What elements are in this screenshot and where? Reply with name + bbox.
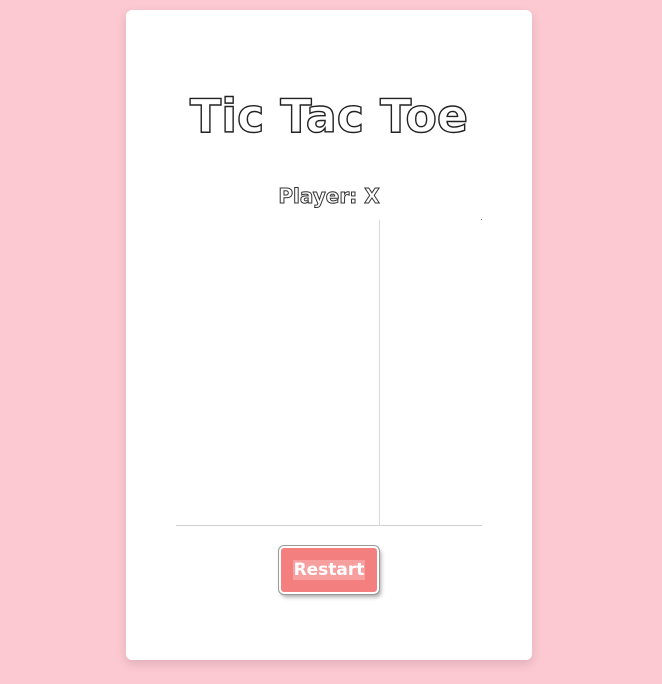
player-status: Player: X xyxy=(278,184,380,209)
restart-button-label: Restart xyxy=(292,560,366,580)
board-cell-1[interactable] xyxy=(278,220,380,322)
board-cell-6[interactable] xyxy=(176,424,278,526)
game-board xyxy=(176,220,482,526)
board-cell-8[interactable] xyxy=(380,424,482,526)
board-cell-3[interactable] xyxy=(176,322,278,424)
board-cell-0[interactable] xyxy=(176,220,278,322)
restart-button[interactable]: Restart xyxy=(278,545,380,595)
board-corner-mark xyxy=(481,219,482,220)
board-cell-2[interactable] xyxy=(380,220,482,322)
game-card: Tic Tac Toe Player: X Restart xyxy=(126,10,532,660)
board-cell-4[interactable] xyxy=(278,322,380,424)
board-cell-5[interactable] xyxy=(380,322,482,424)
board-cell-7[interactable] xyxy=(278,424,380,526)
page-title: Tic Tac Toe xyxy=(189,88,469,143)
